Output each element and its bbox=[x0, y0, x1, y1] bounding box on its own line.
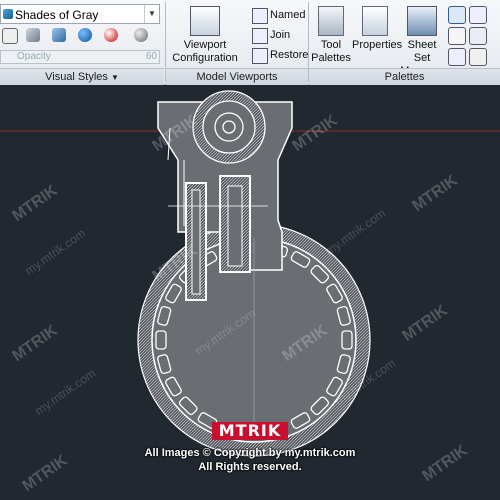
wireframe-icon[interactable] bbox=[2, 28, 18, 44]
properties-button[interactable]: Properties bbox=[352, 6, 402, 52]
restore-viewports-button[interactable]: Restore bbox=[252, 46, 309, 64]
material-sphere-icon[interactable] bbox=[134, 28, 148, 42]
palette-small-icon[interactable] bbox=[448, 6, 466, 24]
mtrik-logo: MTRIK bbox=[212, 422, 288, 440]
ribbon: Shades of Gray ▼ Opacity 60 Visual Style… bbox=[0, 0, 500, 85]
drawing-viewport[interactable]: MTRIK MTRIK MTRIK MTRIK MTRIK MTRIK MTRI… bbox=[0, 85, 500, 500]
join-icon bbox=[252, 28, 268, 44]
opacity-slider[interactable]: Opacity 60 bbox=[0, 50, 160, 64]
restore-icon bbox=[252, 48, 268, 64]
visual-style-combo[interactable]: Shades of Gray ▼ bbox=[0, 4, 160, 24]
visual-style-value: Shades of Gray bbox=[15, 8, 99, 22]
copyright-line-2: All Rights reserved. bbox=[198, 461, 302, 473]
shaded-cube-icon[interactable] bbox=[52, 28, 66, 42]
color-edges-icon[interactable] bbox=[104, 28, 118, 42]
named-viewport-icon bbox=[252, 8, 268, 24]
cube-icon[interactable] bbox=[26, 28, 40, 42]
sphere-icon[interactable] bbox=[78, 28, 92, 42]
opacity-label: Opacity bbox=[17, 51, 51, 62]
opacity-value: 60 bbox=[145, 51, 157, 62]
visual-style-combo-icon bbox=[3, 9, 13, 19]
viewport-configuration-icon bbox=[190, 6, 220, 36]
palette-small-icon[interactable] bbox=[469, 48, 487, 66]
join-viewports-button[interactable]: Join bbox=[252, 26, 308, 44]
palettes-panel-title: Palettes bbox=[309, 68, 500, 85]
model-viewports-panel-title: Model Viewports bbox=[166, 68, 308, 85]
palette-small-icon[interactable] bbox=[448, 27, 466, 45]
named-viewports-button[interactable]: Named bbox=[252, 6, 308, 24]
properties-icon bbox=[362, 6, 388, 36]
palette-small-icon[interactable] bbox=[448, 48, 466, 66]
palette-small-icon[interactable] bbox=[469, 6, 487, 24]
palette-small-icon[interactable] bbox=[469, 27, 487, 45]
sheet-set-manager-icon bbox=[407, 6, 437, 36]
chevron-down-icon: ▼ bbox=[110, 73, 119, 82]
tool-palettes-icon bbox=[318, 6, 344, 36]
chevron-down-icon[interactable]: ▼ bbox=[144, 5, 159, 23]
tool-palettes-button[interactable]: Tool Palettes bbox=[310, 6, 352, 65]
visual-styles-panel-title[interactable]: Visual Styles ▼ bbox=[0, 68, 164, 85]
copyright-line-1: All Images © Copyright by my.mtrik.com bbox=[144, 447, 356, 459]
